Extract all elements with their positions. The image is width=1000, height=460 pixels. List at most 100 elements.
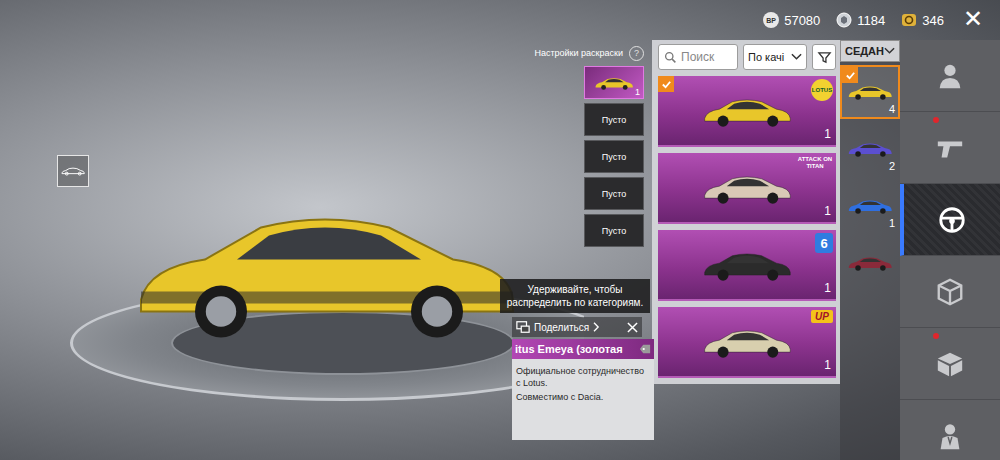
- funnel-icon: [817, 50, 832, 65]
- crate-icon: [935, 349, 965, 379]
- vehicle-count: 4: [889, 103, 895, 115]
- magnifier-icon: [664, 51, 677, 64]
- paint-settings-label: Настройки раскраски: [534, 48, 623, 58]
- brand-badge: 6: [815, 233, 833, 253]
- vehicle-item[interactable]: 1: [840, 179, 900, 233]
- car-outline-icon: [61, 165, 85, 177]
- notification-dot: [933, 117, 939, 123]
- checkmark-icon: [661, 79, 672, 90]
- vehicle-count: 2: [889, 160, 895, 172]
- category-label: СЕДАН: [845, 45, 884, 57]
- car-thumbnail-icon: [847, 195, 893, 217]
- skin-card[interactable]: LOTUS 1: [658, 76, 836, 147]
- skin-description: Официальное сотрудничество с Lotus. Совме…: [512, 359, 654, 411]
- sidebar-item[interactable]: [900, 184, 1000, 256]
- description-line: Официальное сотрудничество с Lotus.: [516, 365, 650, 389]
- currency-value: 346: [922, 13, 944, 28]
- brand-badge: ATTACK ON TITAN: [797, 156, 833, 169]
- gun-icon: [935, 133, 965, 163]
- chevron-right-icon: [593, 322, 600, 332]
- slot-empty-label: Пусто: [602, 226, 626, 236]
- currency: BP57080: [763, 12, 820, 28]
- sort-label: По качі: [748, 51, 784, 63]
- view-toggle-button[interactable]: [57, 155, 89, 187]
- paint-slot[interactable]: Пусто: [584, 214, 644, 247]
- bp-icon: BP: [763, 12, 779, 28]
- skin-title-bar: itus Emeya (золотая: [512, 339, 654, 359]
- car-thumbnail-icon: [701, 92, 793, 130]
- character-icon: [935, 421, 965, 451]
- paint-slot[interactable]: Пусто: [584, 177, 644, 210]
- skin-title: itus Emeya (золотая: [515, 343, 623, 355]
- tag-icon: [639, 343, 651, 355]
- paint-slot[interactable]: 1: [584, 66, 644, 99]
- category-column: СЕДАН 4 2 1: [840, 40, 900, 460]
- car-thumbnail-icon: [701, 169, 793, 207]
- currency: 1184: [836, 12, 885, 28]
- skin-card[interactable]: UP 1: [658, 307, 836, 378]
- filter-button[interactable]: [812, 44, 836, 70]
- close-button[interactable]: ✕: [958, 4, 988, 34]
- skin-count: 1: [824, 281, 831, 295]
- car-thumbnail-icon: [847, 252, 893, 274]
- skin-info-card: itus Emeya (золотая Официальное сотруднич…: [512, 339, 654, 440]
- slot-empty-label: Пусто: [602, 152, 626, 162]
- hint-tooltip: Удерживайте, чтобы распределить по катег…: [500, 279, 650, 313]
- skin-card[interactable]: 61: [658, 230, 836, 301]
- description-line: Совместимо с Dacia.: [516, 391, 650, 403]
- search-row: Поиск По качі: [658, 44, 836, 70]
- car-thumbnail-icon: [594, 74, 634, 92]
- close-icon: [627, 322, 638, 333]
- close-info-button[interactable]: [627, 322, 638, 333]
- slot-empty-label: Пусто: [602, 115, 626, 125]
- vehicle-item[interactable]: 4: [840, 65, 900, 119]
- garage-screen: BP57080 1184 346 ✕ Настройки раскраски? 1 Пуст…: [0, 0, 1000, 460]
- car-preview-scene[interactable]: [0, 40, 584, 460]
- share-label: Поделиться: [534, 322, 589, 333]
- chevron-down-icon: [791, 53, 802, 61]
- outfit-icon: [935, 61, 965, 91]
- car-thumbnail-icon: [701, 323, 793, 361]
- silver-coin-icon: [836, 12, 852, 28]
- car-thumbnail-icon: [847, 81, 893, 103]
- checkmark-icon: [845, 70, 856, 81]
- sidebar-item[interactable]: [900, 112, 1000, 184]
- garage-body: Настройки раскраски? 1 Пусто Пусто Пусто Пуст…: [0, 40, 1000, 460]
- parachute-icon: [935, 277, 965, 307]
- category-sidebar: [900, 40, 1000, 460]
- car-thumbnail-icon: [701, 246, 793, 284]
- category-dropdown[interactable]: СЕДАН: [840, 40, 900, 62]
- skin-count: 1: [824, 127, 831, 141]
- slot-count: 1: [635, 87, 640, 97]
- chevron-down-icon: [884, 47, 895, 55]
- brand-badge: LOTUS: [811, 79, 833, 101]
- skin-list-panel: ПоискПо качіLOTUS1ATTACK ON TITAN161UP1: [652, 40, 840, 384]
- sidebar-item[interactable]: [900, 40, 1000, 112]
- sidebar-item[interactable]: [900, 328, 1000, 400]
- sort-dropdown[interactable]: По качі: [743, 44, 807, 70]
- help-button[interactable]: ?: [629, 46, 644, 61]
- skin-count: 1: [824, 358, 831, 372]
- skin-card[interactable]: ATTACK ON TITAN1: [658, 153, 836, 224]
- slot-empty-label: Пусто: [602, 189, 626, 199]
- paint-slot[interactable]: Пусто: [584, 103, 644, 136]
- selected-mark: [842, 67, 858, 83]
- top-bar: BP57080 1184 346 ✕: [0, 0, 1000, 40]
- currency-value: 1184: [857, 13, 885, 28]
- search-placeholder: Поиск: [681, 50, 714, 64]
- sidebar-item[interactable]: [900, 256, 1000, 328]
- share-button[interactable]: Поделиться: [516, 320, 600, 334]
- search-field[interactable]: Поиск: [658, 44, 738, 70]
- share-row: Поделиться: [512, 317, 642, 337]
- brand-badge: UP: [811, 310, 833, 323]
- share-screen-icon: [516, 320, 530, 334]
- steering-wheel-icon: [937, 205, 967, 235]
- vehicle-item[interactable]: 2: [840, 122, 900, 176]
- car-model[interactable]: [125, 185, 525, 350]
- currency: 346: [901, 12, 944, 28]
- uc-coin-icon: [901, 12, 917, 28]
- vehicle-item[interactable]: [840, 236, 900, 290]
- paint-slot[interactable]: Пусто: [584, 140, 644, 173]
- sidebar-item[interactable]: [900, 400, 1000, 460]
- car-thumbnail-icon: [847, 138, 893, 160]
